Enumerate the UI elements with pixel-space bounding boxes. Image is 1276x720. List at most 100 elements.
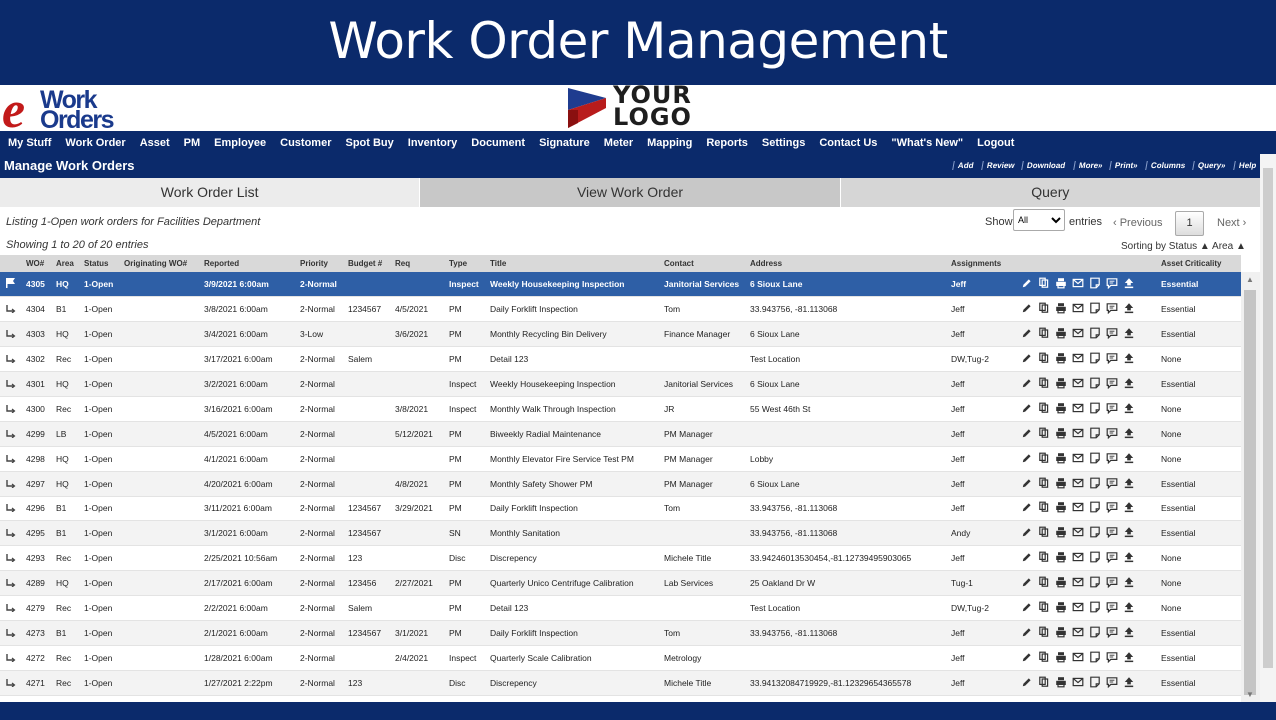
cell-wo[interactable]: 4272 [24,645,54,671]
comment-icon[interactable] [1106,427,1118,439]
pencil-icon[interactable] [1021,452,1033,464]
sub-task-icon[interactable] [6,527,16,538]
sub-task-icon[interactable] [6,353,16,364]
menu-item-4[interactable]: Employee [214,137,266,149]
print-icon[interactable] [1055,352,1067,364]
copy-icon[interactable] [1038,676,1050,688]
column-header[interactable] [1019,255,1159,272]
copy-icon[interactable] [1038,452,1050,464]
menu-item-5[interactable]: Customer [280,137,331,149]
column-header[interactable]: Contact [662,255,748,272]
upload-icon[interactable] [1123,501,1135,513]
pencil-icon[interactable] [1021,601,1033,613]
copy-icon[interactable] [1038,302,1050,314]
note-icon[interactable] [1089,327,1101,339]
sub-task-icon[interactable] [6,453,16,463]
pencil-icon[interactable] [1021,651,1033,663]
row-flag-cell[interactable] [0,520,24,547]
pencil-icon[interactable] [1021,277,1033,289]
sub-task-icon[interactable] [6,428,16,438]
row-flag-cell[interactable] [0,346,24,373]
column-header[interactable]: Reported [202,255,298,272]
cell-wo[interactable]: 4273 [24,620,54,646]
copy-icon[interactable] [1038,551,1050,563]
note-icon[interactable] [1089,501,1101,513]
row-flag-cell[interactable] [0,321,24,348]
email-icon[interactable] [1072,526,1084,538]
pencil-icon[interactable] [1021,526,1033,538]
comment-icon[interactable] [1106,626,1118,638]
comment-icon[interactable] [1106,327,1118,340]
table-row[interactable]: 4305 HQ 1-Open 3/9/2021 6:00am 2-Normal Inspe… [0,272,1241,298]
cell-wo[interactable]: 4297 [24,471,54,497]
cell-wo[interactable]: 4298 [24,446,54,472]
previous-button[interactable]: ‹ Previous [1113,217,1163,229]
scroll-thumb[interactable] [1244,290,1256,695]
cell-wo[interactable]: 4301 [24,371,54,397]
note-icon[interactable] [1089,452,1101,464]
sub-task-icon[interactable] [6,677,16,687]
table-row[interactable]: 4301 HQ 1-Open 3/2/2021 6:00am 2-Normal Inspe… [0,371,1241,397]
menu-item-12[interactable]: Reports [706,137,748,149]
row-flag-cell[interactable] [0,396,24,422]
column-header[interactable]: Asset Criticality [1159,255,1241,272]
comment-icon[interactable] [1106,402,1118,414]
note-icon[interactable] [1089,277,1101,289]
note-icon[interactable] [1089,402,1101,414]
sub-task-icon[interactable] [6,478,16,488]
menu-item-7[interactable]: Inventory [408,137,458,149]
table-row[interactable]: 4300 Rec 1-Open 3/16/2021 6:00am 2-Normal 3/8… [0,396,1241,422]
row-flag-cell[interactable] [0,620,24,646]
note-icon[interactable] [1089,601,1101,613]
upload-icon[interactable] [1123,352,1135,364]
column-header[interactable]: Type [447,255,488,272]
copy-icon[interactable] [1038,327,1050,339]
table-row[interactable]: 4272 Rec 1-Open 1/28/2021 6:00am 2-Normal 2/4… [0,645,1241,671]
note-icon[interactable] [1089,526,1101,538]
email-icon[interactable] [1072,626,1084,638]
row-flag-cell[interactable] [0,272,24,298]
sub-task-icon[interactable] [6,627,16,637]
cell-wo[interactable]: 4295 [24,520,54,547]
menu-item-2[interactable]: Asset [140,137,170,149]
print-icon[interactable] [1055,601,1067,613]
comment-icon[interactable] [1106,601,1118,614]
comment-icon[interactable] [1106,477,1118,489]
column-header[interactable]: Originating WO# [122,255,202,272]
print-icon[interactable] [1055,651,1067,663]
column-header[interactable]: Address [748,255,949,272]
column-header[interactable]: Area [54,255,82,272]
sub-task-icon[interactable] [6,502,16,513]
upload-icon[interactable] [1123,377,1135,389]
print-icon[interactable] [1055,302,1067,314]
pencil-icon[interactable] [1021,676,1033,688]
copy-icon[interactable] [1038,576,1050,588]
email-icon[interactable] [1072,676,1084,688]
flag-icon[interactable] [6,278,16,289]
header-action-7[interactable]: Help [1232,161,1257,170]
copy-icon[interactable] [1038,352,1050,364]
table-row[interactable]: 4271 Rec 1-Open 1/27/2021 2:22pm 2-Normal 123… [0,670,1241,696]
sub-task-icon[interactable] [6,328,16,339]
comment-icon[interactable] [1106,377,1118,389]
note-icon[interactable] [1089,576,1101,588]
cell-wo[interactable]: 4304 [24,296,54,323]
menu-item-3[interactable]: PM [184,137,201,149]
upload-icon[interactable] [1123,626,1135,638]
row-flag-cell[interactable] [0,446,24,472]
print-icon[interactable] [1055,427,1067,439]
cell-wo[interactable]: 4303 [24,321,54,348]
table-row[interactable]: 4302 Rec 1-Open 3/17/2021 6:00am 2-Normal Sal… [0,346,1241,373]
cell-wo[interactable]: 4293 [24,545,54,572]
note-icon[interactable] [1089,626,1101,638]
pencil-icon[interactable] [1021,302,1033,314]
table-row[interactable]: 4273 B1 1-Open 2/1/2021 6:00am 2-Normal 12345… [0,620,1241,646]
header-action-3[interactable]: More» [1072,161,1103,170]
sub-task-icon[interactable] [6,652,16,662]
cell-wo[interactable]: 4271 [24,670,54,696]
column-header[interactable]: Priority [298,255,346,272]
column-header[interactable]: Assignments [949,255,1019,272]
cell-wo[interactable]: 4305 [24,272,54,298]
row-flag-cell[interactable] [0,421,24,447]
print-icon[interactable] [1055,676,1067,688]
